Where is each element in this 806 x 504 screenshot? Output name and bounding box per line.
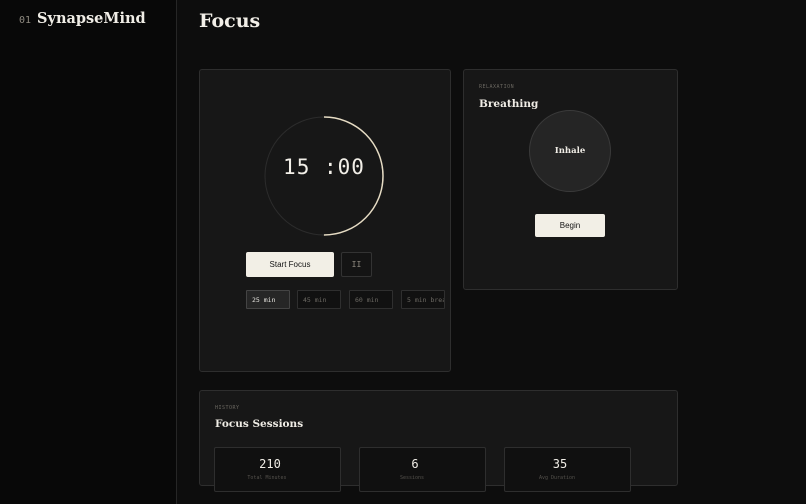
stat-label: Avg Duration bbox=[538, 475, 576, 481]
focus-sessions-title: Focus Sessions bbox=[215, 418, 304, 430]
brand-number: 01 bbox=[19, 15, 32, 26]
history-card: HISTORY Focus Sessions 210 Total Minutes… bbox=[199, 390, 678, 492]
pause-button[interactable]: II bbox=[341, 252, 372, 277]
sidebar: 01 SynapseMind bbox=[0, 0, 177, 504]
breathing-phase: Inhale bbox=[554, 146, 586, 156]
timer-minutes: 15 bbox=[283, 155, 311, 179]
begin-button[interactable]: Begin bbox=[535, 214, 605, 237]
breathing-title: Breathing bbox=[479, 98, 539, 110]
breathing-circle: Inhale bbox=[529, 110, 611, 192]
relaxation-section-label: RELAXATION bbox=[479, 84, 515, 90]
stat-total-minutes: 210 Total Minutes bbox=[214, 447, 341, 492]
stat-value: 6 bbox=[411, 457, 419, 471]
timer-card: 15 :00 Start Focus II 25 min 45 min 60 m… bbox=[199, 69, 451, 372]
stat-value: 35 bbox=[552, 457, 568, 471]
stat-value: 210 bbox=[259, 457, 281, 471]
page-title: Focus bbox=[199, 10, 261, 32]
preset-5-min-break[interactable]: 5 min break bbox=[401, 290, 445, 309]
stat-sessions: 6 Sessions bbox=[359, 447, 486, 492]
preset-60-min[interactable]: 60 min bbox=[349, 290, 393, 309]
brand-name: SynapseMind bbox=[37, 10, 146, 27]
start-focus-button[interactable]: Start Focus bbox=[246, 252, 334, 277]
stat-label: Total Minutes bbox=[247, 475, 287, 481]
stat-label: Sessions bbox=[399, 475, 425, 481]
brand[interactable]: 01 SynapseMind bbox=[19, 10, 146, 27]
relaxation-card: RELAXATION Breathing Inhale Begin bbox=[463, 69, 678, 290]
stat-avg-duration: 35 Avg Duration bbox=[504, 447, 631, 492]
preset-25-min[interactable]: 25 min bbox=[246, 290, 290, 309]
timer-seconds: :00 bbox=[324, 155, 365, 179]
timer-display: 15 :00 bbox=[264, 155, 384, 179]
history-section-label: HISTORY bbox=[215, 405, 240, 411]
preset-45-min[interactable]: 45 min bbox=[297, 290, 341, 309]
